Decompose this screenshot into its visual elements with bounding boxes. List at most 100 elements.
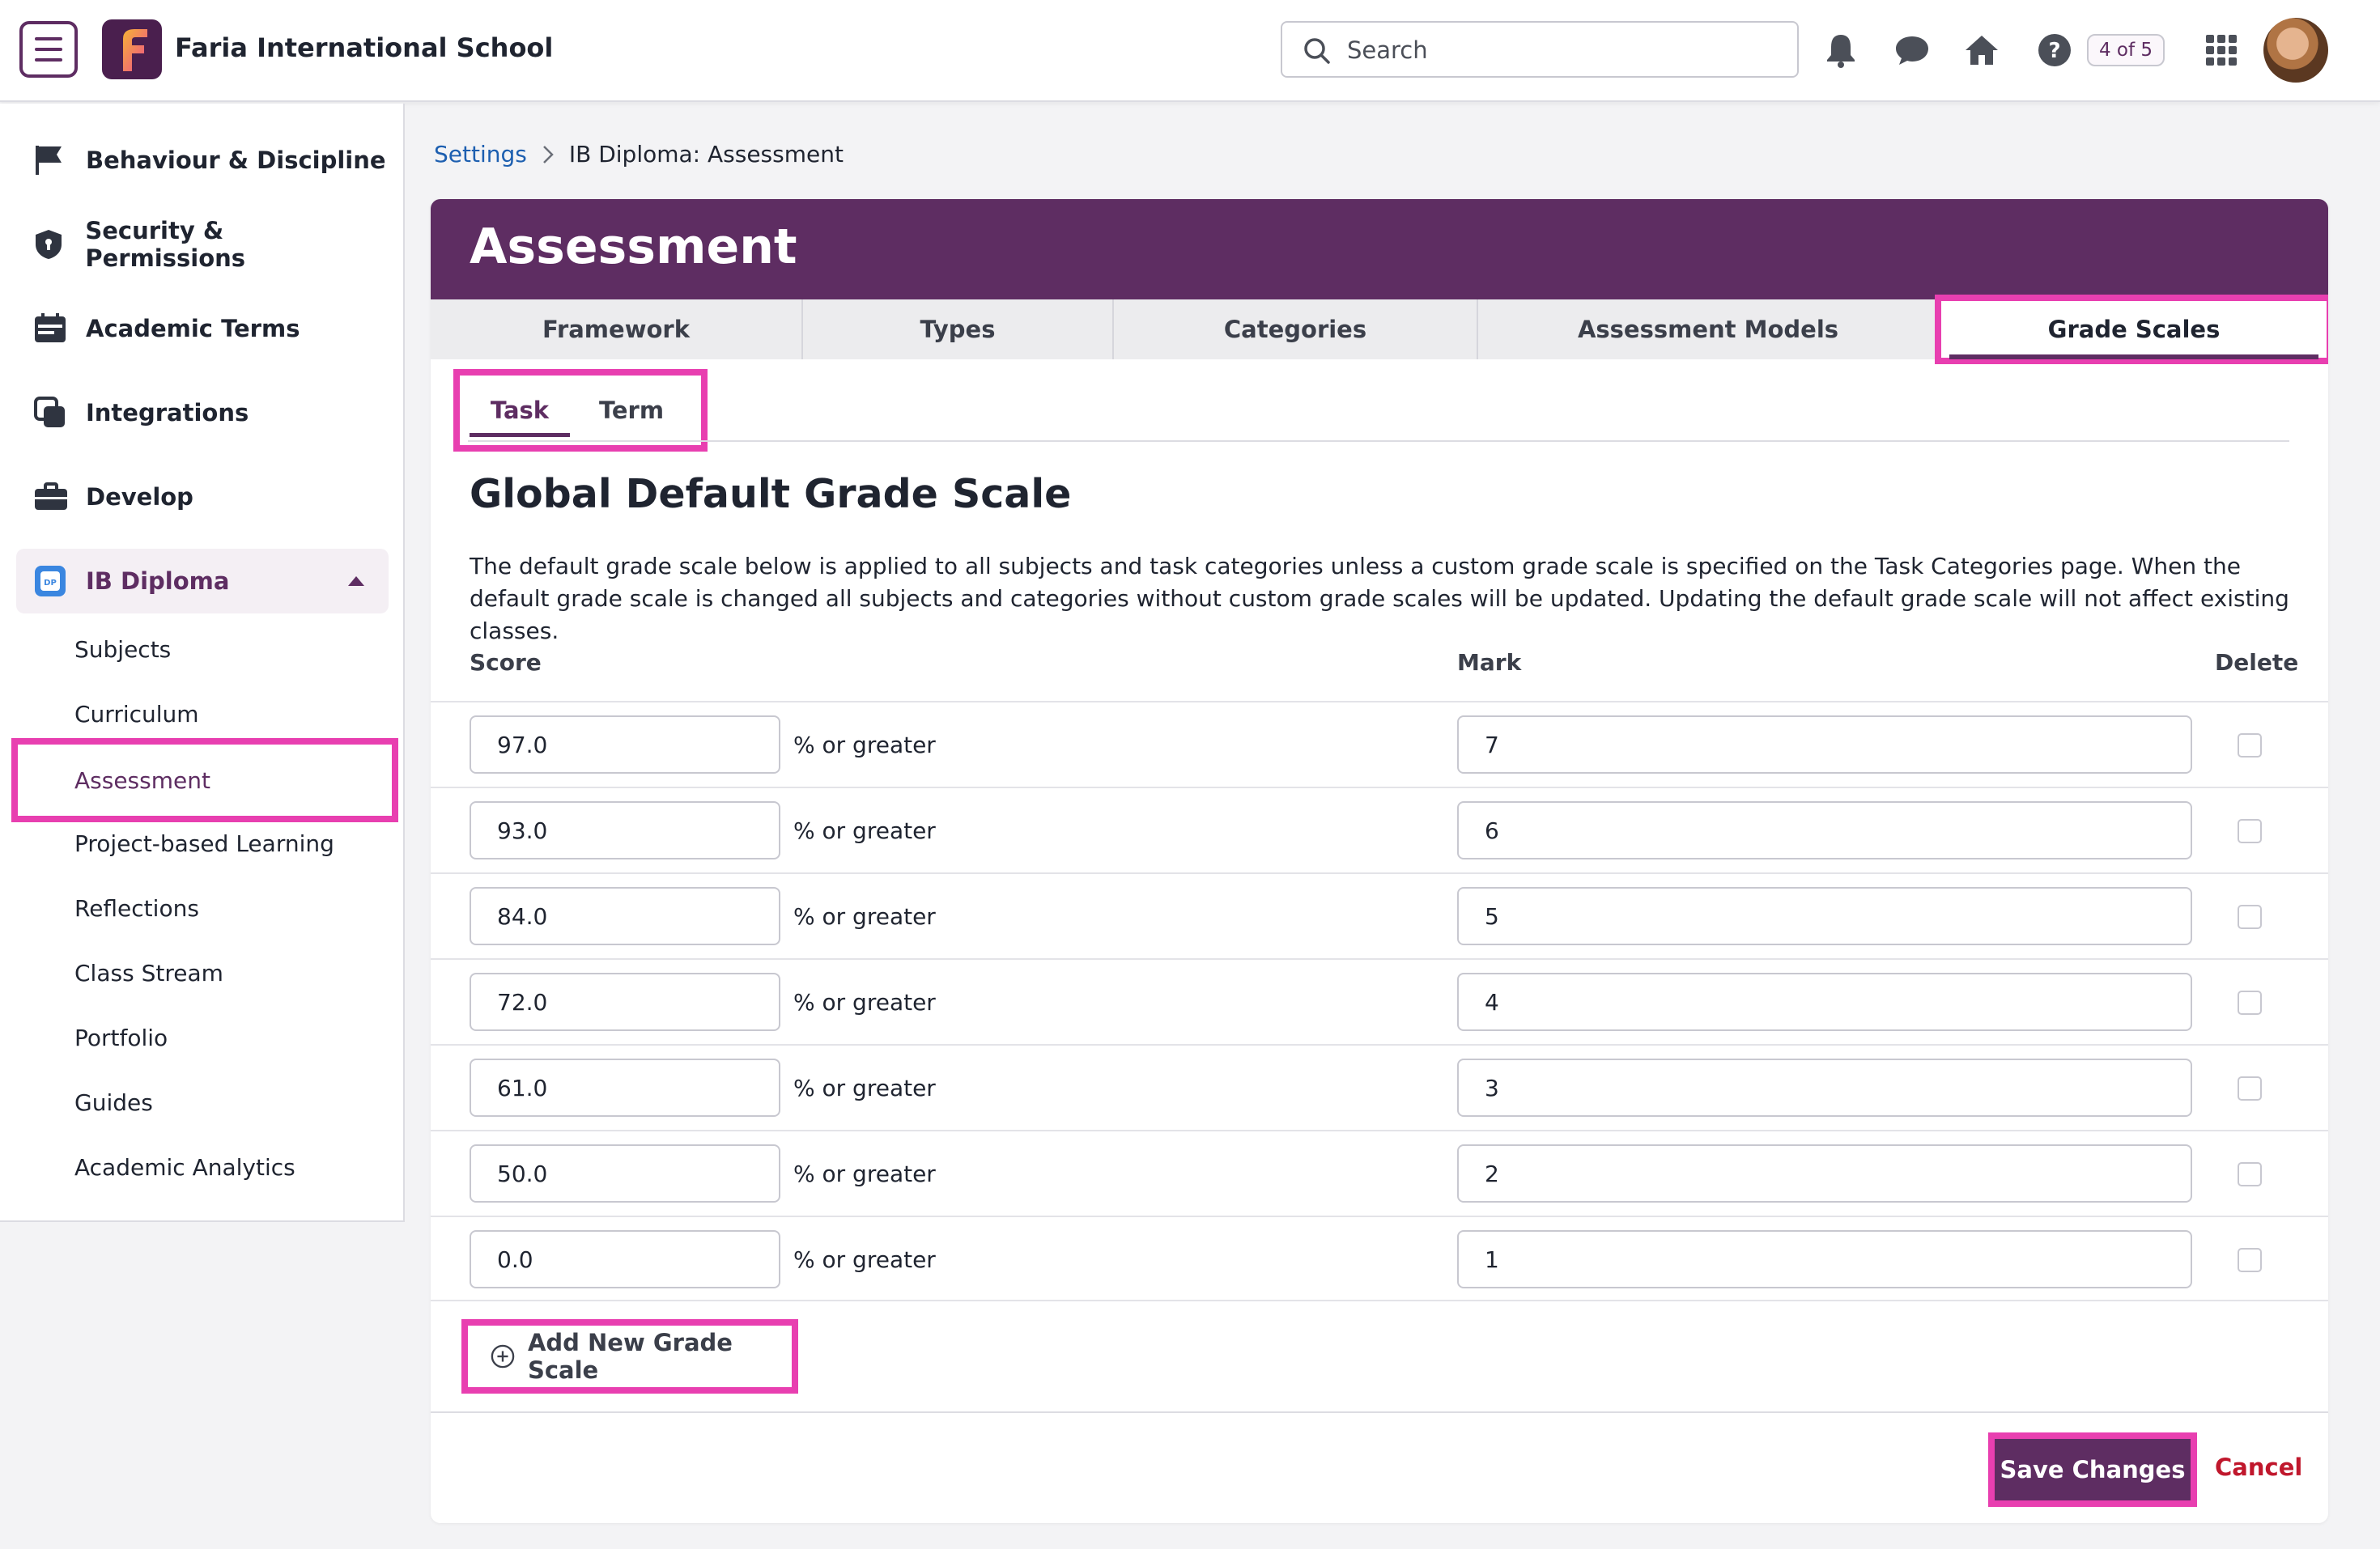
sidebar-item-academic-terms[interactable]: Academic Terms <box>16 296 389 361</box>
svg-text:DP: DP <box>44 579 57 588</box>
score-input[interactable] <box>470 887 780 945</box>
grade-scale-row: % or greater <box>431 1044 2328 1130</box>
sidebar-subitem-academic-analytics[interactable]: Academic Analytics <box>16 1135 393 1199</box>
save-changes-button[interactable]: Save Changes <box>1988 1432 2197 1507</box>
subtab-bar: Task Term <box>453 369 708 452</box>
assessment-card: Assessment Framework Types Categories As… <box>431 199 2328 1523</box>
grade-scale-row: % or greater <box>431 701 2328 787</box>
sidebar-item-label: Security & Permissions <box>85 217 246 272</box>
score-input[interactable] <box>470 1230 780 1288</box>
mark-input[interactable] <box>1457 715 2192 774</box>
score-suffix: % or greater <box>793 903 936 930</box>
score-suffix: % or greater <box>793 1246 936 1273</box>
sidebar-subitem-curriculum[interactable]: Curriculum <box>16 681 393 746</box>
sidebar-item-label: Academic Terms <box>86 315 300 342</box>
subtab-term[interactable]: Term <box>581 374 682 447</box>
search-input[interactable] <box>1347 31 1776 70</box>
faria-logo-icon <box>123 29 147 71</box>
user-avatar[interactable] <box>2263 18 2328 83</box>
delete-checkbox[interactable] <box>2238 905 2262 929</box>
score-suffix: % or greater <box>793 1075 936 1101</box>
add-grade-scale-label: Add New Grade Scale <box>527 1329 733 1384</box>
mark-input[interactable] <box>1457 1230 2192 1288</box>
mark-input[interactable] <box>1457 887 2192 945</box>
score-input[interactable] <box>470 715 780 774</box>
sidebar-subitem-class-stream[interactable]: Class Stream <box>16 940 393 1005</box>
grade-scale-row: % or greater <box>431 1216 2328 1301</box>
integrations-icon <box>16 397 86 429</box>
subtab-task[interactable]: Task <box>470 374 570 447</box>
sidebar-subitem-project-based-learning[interactable]: Project-based Learning <box>16 811 393 876</box>
score-input[interactable] <box>470 1059 780 1117</box>
delete-checkbox[interactable] <box>2238 1162 2262 1186</box>
calendar-icon <box>16 313 86 344</box>
sidebar-subitem-guides[interactable]: Guides <box>16 1070 393 1135</box>
score-input[interactable] <box>470 973 780 1031</box>
delete-checkbox[interactable] <box>2238 1076 2262 1101</box>
grade-scale-row: % or greater <box>431 1130 2328 1216</box>
chevron-right-icon <box>542 145 554 163</box>
flag-icon <box>16 144 86 176</box>
tour-progress-badge[interactable]: 4 of 5 <box>2087 34 2165 66</box>
sidebar-item-integrations[interactable]: Integrations <box>16 380 389 445</box>
breadcrumb: Settings IB Diploma: Assessment <box>434 141 844 168</box>
subtab-divider <box>468 440 2289 442</box>
sidebar-item-behaviour[interactable]: Behaviour & Discipline <box>16 128 389 193</box>
score-input[interactable] <box>470 801 780 859</box>
sidebar-item-label: Integrations <box>86 399 249 427</box>
column-header-score: Score <box>470 649 542 676</box>
section-description: The default grade scale below is applied… <box>470 553 2289 644</box>
sidebar-subitem-reflections[interactable]: Reflections <box>16 876 393 940</box>
search-box[interactable] <box>1281 21 1799 78</box>
grade-scale-row: % or greater <box>431 787 2328 872</box>
briefcase-icon <box>16 482 86 511</box>
tab-categories[interactable]: Categories <box>1114 299 1478 359</box>
sidebar-item-ib-diploma[interactable]: DP IB Diploma <box>16 549 389 613</box>
chevron-up-icon[interactable] <box>348 576 364 586</box>
tab-framework[interactable]: Framework <box>431 299 803 359</box>
svg-text:?: ? <box>2048 39 2060 63</box>
score-input[interactable] <box>470 1144 780 1203</box>
menu-button[interactable] <box>19 21 78 78</box>
tab-bar: Framework Types Categories Assessment Mo… <box>431 295 2328 364</box>
column-header-mark: Mark <box>1457 649 1522 676</box>
score-suffix: % or greater <box>793 817 936 844</box>
add-grade-scale-button[interactable]: Add New Grade Scale <box>461 1319 798 1394</box>
help-icon[interactable]: ? <box>2035 31 2074 70</box>
footer-divider <box>431 1411 2328 1413</box>
sidebar-subitem-assessment[interactable]: Assessment <box>11 738 398 822</box>
mark-input[interactable] <box>1457 973 2192 1031</box>
tab-assessment-models[interactable]: Assessment Models <box>1478 299 1940 359</box>
delete-checkbox[interactable] <box>2238 733 2262 758</box>
sidebar-item-label: Behaviour & Discipline <box>86 146 386 174</box>
mark-input[interactable] <box>1457 1144 2192 1203</box>
tab-grade-scales[interactable]: Grade Scales <box>1935 295 2328 364</box>
search-icon <box>1304 38 1330 64</box>
tab-types[interactable]: Types <box>803 299 1114 359</box>
page-title: Assessment <box>470 219 797 275</box>
home-icon[interactable] <box>1962 31 2001 70</box>
menu-icon <box>35 37 62 40</box>
sidebar-subitem-portfolio[interactable]: Portfolio <box>16 1005 393 1070</box>
school-logo[interactable] <box>102 19 162 79</box>
score-suffix: % or greater <box>793 732 936 758</box>
delete-checkbox[interactable] <box>2238 991 2262 1015</box>
sidebar-subitem-subjects[interactable]: Subjects <box>16 617 393 681</box>
sidebar-item-security[interactable]: Security & Permissions <box>16 212 389 277</box>
breadcrumb-settings-link[interactable]: Settings <box>434 141 527 168</box>
score-suffix: % or greater <box>793 1161 936 1187</box>
sidebar-item-develop[interactable]: Develop <box>16 465 389 529</box>
school-name[interactable]: Faria International School <box>175 32 553 63</box>
cancel-link[interactable]: Cancel <box>2215 1454 2302 1481</box>
delete-checkbox[interactable] <box>2238 1248 2262 1272</box>
mark-input[interactable] <box>1457 801 2192 859</box>
sidebar: Behaviour & Discipline Security & Permis… <box>0 104 405 1222</box>
apps-grid-icon[interactable] <box>2202 31 2241 70</box>
notifications-icon[interactable] <box>1821 31 1860 70</box>
dp-icon: DP <box>16 565 86 597</box>
card-header: Assessment <box>431 199 2328 299</box>
messages-icon[interactable] <box>1893 31 1932 70</box>
breadcrumb-current: IB Diploma: Assessment <box>568 141 844 168</box>
delete-checkbox[interactable] <box>2238 819 2262 843</box>
mark-input[interactable] <box>1457 1059 2192 1117</box>
